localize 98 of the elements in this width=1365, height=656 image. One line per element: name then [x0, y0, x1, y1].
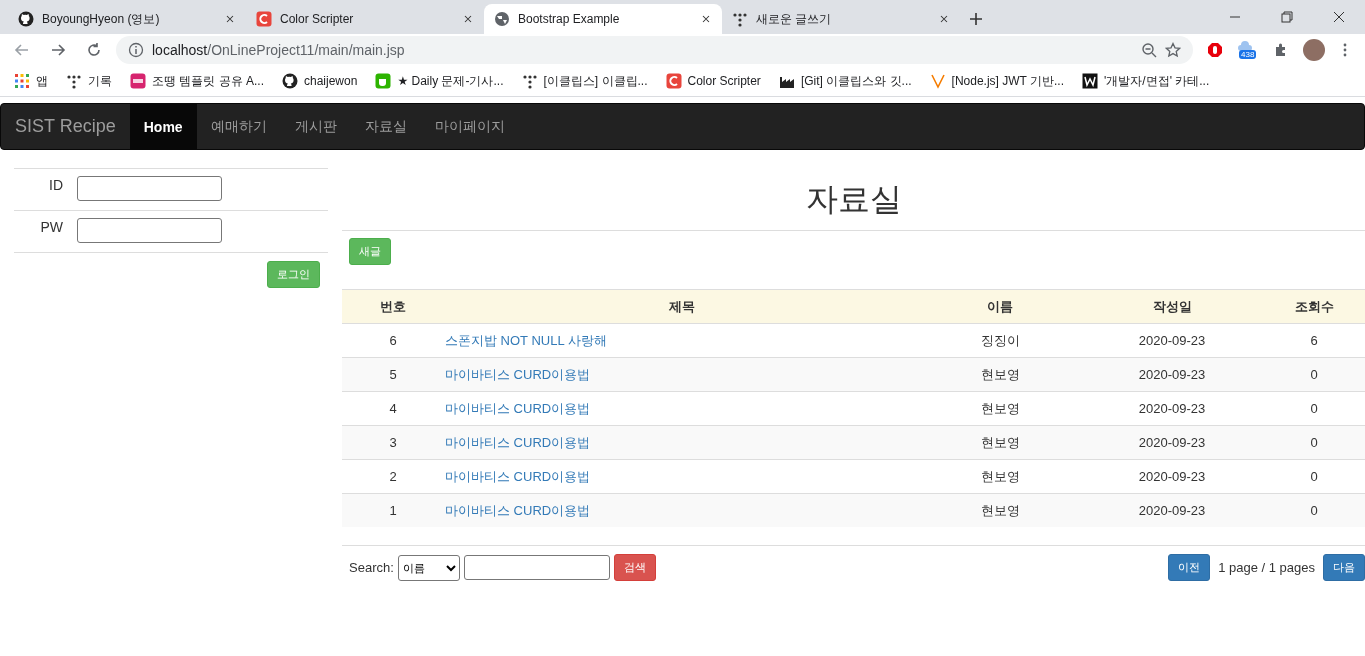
- post-title-link[interactable]: 스폰지밥 NOT NULL 사랑해: [445, 332, 607, 348]
- github-cat-icon: [282, 73, 298, 89]
- table-cell: 2020-09-23: [1138, 367, 1206, 382]
- page-info: 1 page / 1 pages: [1218, 560, 1315, 575]
- address-bar[interactable]: localhost/OnLineProject11/main/main.jsp: [116, 36, 1193, 64]
- letter-c-icon: [665, 73, 682, 89]
- search-button[interactable]: 검색: [613, 554, 656, 581]
- nav-link[interactable]: Home: [129, 104, 197, 149]
- bookmark-link[interactable]: 조땡 템플릿 공유 A...: [152, 72, 264, 90]
- new-tab-plus-icon[interactable]: [968, 11, 984, 27]
- table-cell: 현보영: [980, 366, 1020, 382]
- letter-c-icon: [256, 11, 272, 27]
- table-cell: 0: [1310, 435, 1318, 450]
- browser-tab[interactable]: Bootstrap Example: [484, 4, 722, 34]
- table-cell: 0: [1310, 469, 1318, 484]
- apps-grid-icon: [14, 73, 30, 89]
- bookmark-link[interactable]: Color Scripter: [687, 74, 761, 88]
- table-cell: 현보영: [980, 434, 1020, 450]
- table-cell: 4: [389, 401, 397, 416]
- bookmark-link[interactable]: 기록: [88, 72, 112, 90]
- table-cell: 2020-09-23: [1138, 333, 1206, 348]
- bookmark-link[interactable]: '개발자/면접' 카테...: [1104, 72, 1210, 90]
- table-cell: 0: [1310, 401, 1318, 416]
- post-title-link[interactable]: 마이바티스 CURD이용법: [445, 366, 591, 382]
- forward-arrow-icon[interactable]: [50, 42, 66, 58]
- table-cell: 1: [389, 503, 397, 518]
- table-cell: 3: [389, 435, 397, 450]
- next-button[interactable]: 다음: [1323, 554, 1365, 581]
- brand-link[interactable]: SIST Recipe: [1, 104, 130, 149]
- id-input-field[interactable]: [77, 176, 222, 201]
- close-icon[interactable]: [224, 13, 236, 25]
- pw-label: PW: [39, 218, 63, 237]
- table-cell: 2020-09-23: [1138, 435, 1206, 450]
- column-header: 제목: [444, 290, 919, 324]
- bookmark-link[interactable]: 앱: [36, 72, 48, 90]
- bookmark-link[interactable]: [Git] 이클립스와 깃...: [800, 72, 912, 90]
- dots-icon: [732, 11, 748, 27]
- dots-icon: [521, 73, 538, 89]
- table-cell: 2020-09-23: [1138, 503, 1206, 518]
- bookmark-link[interactable]: ★ Daily 문제-기사...: [397, 72, 504, 90]
- page-title: 자료실: [342, 178, 1365, 231]
- table-cell: 징징이: [980, 332, 1020, 348]
- star-icon[interactable]: [1165, 42, 1181, 58]
- table-cell: 6: [389, 333, 397, 348]
- previous-button[interactable]: 이전: [1168, 554, 1211, 581]
- browser-tab[interactable]: Color Scripter: [246, 4, 484, 34]
- column-header: 번호: [342, 290, 444, 324]
- table-cell: 0: [1310, 367, 1318, 382]
- post-title-link[interactable]: 마이바티스 CURD이용법: [445, 400, 591, 416]
- close-icon[interactable]: [1331, 9, 1347, 25]
- reload-icon[interactable]: [86, 42, 102, 58]
- ppt-icon: [130, 73, 146, 89]
- nav-link[interactable]: 자료실: [350, 104, 421, 149]
- globe-icon: [494, 11, 510, 27]
- browser-tab[interactable]: BoyoungHyeon (영보): [8, 4, 246, 34]
- profile-avatar[interactable]: [1303, 39, 1325, 61]
- close-icon[interactable]: [938, 13, 950, 25]
- search-type-dropdown[interactable]: 이름: [397, 554, 460, 581]
- bookmark-link[interactable]: chaijewon: [304, 74, 358, 88]
- letter-w-icon: [1082, 73, 1098, 89]
- column-header: 작성일: [1081, 290, 1263, 324]
- letter-v-icon: [929, 73, 946, 89]
- bookmark-link[interactable]: [Node.js] JWT 기반...: [951, 72, 1064, 90]
- cup-icon: [375, 73, 392, 89]
- table-cell: 현보영: [980, 468, 1020, 484]
- search-input-field[interactable]: [463, 555, 610, 580]
- nav-link[interactable]: 마이페이지: [420, 104, 519, 149]
- table-cell: 2020-09-23: [1138, 469, 1206, 484]
- browser-tab[interactable]: 새로운 글쓰기: [722, 4, 960, 34]
- nav-link[interactable]: 예매하기: [196, 104, 281, 149]
- table-cell: 2: [389, 469, 397, 484]
- table-cell: 현보영: [980, 400, 1020, 416]
- extension-badge: 438: [1239, 50, 1257, 59]
- close-icon[interactable]: [462, 13, 474, 25]
- nav-link[interactable]: 게시판: [280, 104, 351, 149]
- post-title-link[interactable]: 마이바티스 CURD이용법: [445, 502, 591, 518]
- id-label: ID: [48, 176, 63, 195]
- stop-sign-icon[interactable]: [1207, 42, 1223, 58]
- info-icon: [128, 42, 144, 58]
- restore-icon[interactable]: [1279, 9, 1295, 25]
- zoom-out-icon[interactable]: [1141, 42, 1157, 58]
- post-title-link[interactable]: 마이바티스 CURD이용법: [445, 468, 591, 484]
- table-cell: 0: [1310, 503, 1318, 518]
- column-header: 조회수: [1263, 290, 1365, 324]
- bookmark-link[interactable]: [이클립스] 이클립...: [543, 72, 648, 90]
- post-title-link[interactable]: 마이바티스 CURD이용법: [445, 434, 591, 450]
- column-header: 이름: [919, 290, 1081, 324]
- search-label: Search:: [349, 560, 394, 575]
- close-icon[interactable]: [700, 13, 712, 25]
- table-cell: 5: [389, 367, 397, 382]
- table-cell: 2020-09-23: [1138, 401, 1206, 416]
- password-input-field[interactable]: [77, 218, 222, 243]
- github-cat-icon: [18, 11, 34, 27]
- back-arrow-icon[interactable]: [14, 42, 30, 58]
- url-text: localhost/OnLineProject11/main/main.jsp: [152, 42, 405, 58]
- table-cell: 6: [1310, 333, 1318, 348]
- dots-icon: [66, 73, 82, 89]
- table-cell: 현보영: [980, 502, 1020, 518]
